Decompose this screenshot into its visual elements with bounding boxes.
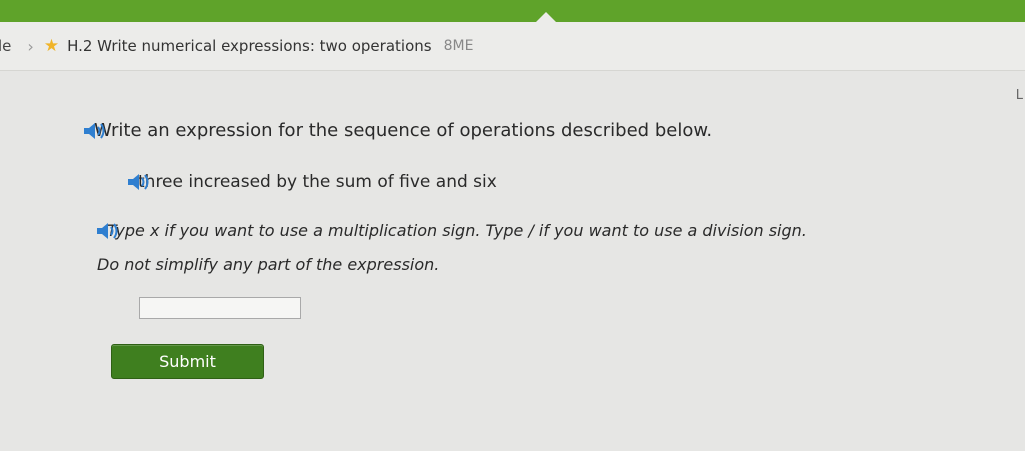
top-bar-notch xyxy=(536,12,556,22)
answer-input[interactable] xyxy=(139,297,301,319)
instruction-row: Type x if you want to use a multiplicati… xyxy=(95,221,807,240)
top-bar xyxy=(0,0,1025,22)
breadcrumb: le › ★ H.2 Write numerical expressions: … xyxy=(0,22,1025,71)
prompt-row: Write an expression for the sequence of … xyxy=(82,120,712,141)
phrase-row: three increased by the sum of five and s… xyxy=(126,172,497,192)
speaker-icon[interactable] xyxy=(95,220,123,242)
question-phrase: three increased by the sum of five and s… xyxy=(138,172,497,192)
breadcrumb-prev[interactable]: le xyxy=(0,37,11,55)
skill-title: H.2 Write numerical expressions: two ope… xyxy=(67,37,432,55)
star-icon[interactable]: ★ xyxy=(44,36,59,56)
edge-mark: L xyxy=(1015,88,1023,103)
chevron-right-icon: › xyxy=(27,36,34,56)
speaker-icon[interactable] xyxy=(82,120,110,142)
instruction-line-1: Type x if you want to use a multiplicati… xyxy=(107,221,807,240)
skill-code: 8ME xyxy=(443,38,474,54)
submit-button[interactable]: Submit xyxy=(111,344,264,379)
question-prompt: Write an expression for the sequence of … xyxy=(94,120,713,141)
instruction-line-2: Do not simplify any part of the expressi… xyxy=(97,255,440,274)
speaker-icon[interactable] xyxy=(126,171,154,193)
